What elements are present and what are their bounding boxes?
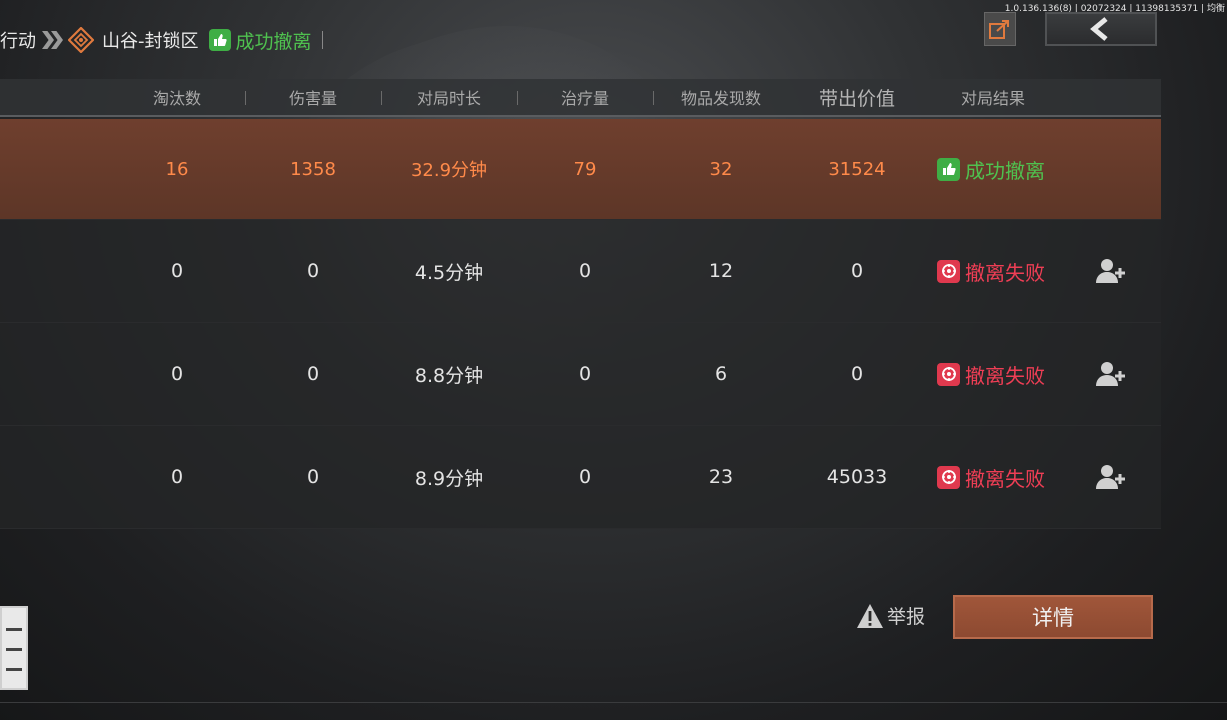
cell-healing: 0 [578, 466, 592, 488]
cell-items-found: 23 [708, 466, 734, 488]
cell-healing: 79 [573, 158, 597, 180]
breadcrumb-map: 山谷-封锁区 [102, 31, 199, 52]
cell-items-found: 12 [708, 260, 734, 282]
breadcrumb-status-label: 成功撤离 [235, 30, 312, 53]
share-icon [989, 20, 1009, 39]
cell-eliminations: 0 [170, 363, 184, 385]
header-eliminations: 淘汰数 [152, 89, 201, 108]
fail-icon [937, 362, 960, 386]
cell-eliminations: 0 [170, 466, 184, 488]
divider [0, 702, 1227, 703]
breadcrumb-mode: 行动 [0, 31, 36, 52]
result-label: 成功撤离 [965, 158, 1045, 183]
breadcrumb: 行动 山谷-封锁区 成功撤离 [0, 22, 323, 58]
cell-duration: 8.8分钟 [414, 364, 484, 387]
cell-damage: 1358 [290, 158, 336, 180]
result-label: 撤离失败 [965, 466, 1045, 491]
side-panel-tab[interactable] [0, 606, 28, 690]
add-friend-button[interactable] [1094, 256, 1128, 286]
add-friend-button[interactable] [1094, 462, 1128, 492]
cell-damage: 0 [306, 466, 320, 488]
divider [517, 91, 518, 105]
back-button[interactable] [1045, 12, 1157, 46]
cell-result: 撤离失败 [937, 323, 1067, 425]
cell-healing: 0 [578, 363, 592, 385]
cell-eliminations: 0 [170, 260, 184, 282]
header-items-found: 物品发现数 [680, 89, 761, 108]
cell-items-found: 32 [709, 158, 733, 180]
header-healing: 治疗量 [560, 89, 609, 108]
cell-value: 31524 [828, 158, 886, 180]
result-label: 撤离失败 [965, 363, 1045, 388]
thumbs-up-icon [208, 29, 231, 51]
add-friend-icon [1096, 362, 1125, 386]
cell-duration: 8.9分钟 [414, 467, 484, 490]
warning-icon [857, 603, 883, 628]
map-emblem-icon [68, 27, 94, 53]
cell-result: 成功撤离 [937, 119, 1067, 219]
cell-value: 45033 [826, 466, 888, 488]
header-damage: 伤害量 [288, 89, 337, 108]
divider [653, 91, 654, 105]
add-friend-button[interactable] [1094, 359, 1128, 389]
table-header: 淘汰数 伤害量 对局时长 治疗量 物品发现数 带出价值 对局结果 [0, 79, 1161, 117]
cell-damage: 0 [306, 363, 320, 385]
details-label: 详情 [1032, 606, 1074, 630]
fail-icon [937, 465, 960, 489]
add-friend-icon [1096, 259, 1125, 283]
results-table: 淘汰数 伤害量 对局时长 治疗量 物品发现数 带出价值 对局结果 16 1358… [0, 79, 1161, 529]
header-result: 对局结果 [960, 89, 1025, 108]
cell-result: 撤离失败 [937, 220, 1067, 322]
header-duration: 对局时长 [416, 89, 481, 108]
cell-value: 0 [850, 260, 864, 282]
add-friend-icon [1096, 465, 1125, 489]
cell-value: 0 [850, 363, 864, 385]
thumbs-up-icon [937, 157, 960, 181]
chevron-right-icon [42, 31, 63, 49]
breadcrumb-status: 成功撤离 [208, 27, 312, 54]
cell-duration: 4.5分钟 [414, 261, 484, 284]
table-row: 0 0 8.9分钟 0 23 45033 撤离失败 [0, 426, 1161, 529]
share-button[interactable] [984, 12, 1016, 46]
result-label: 撤离失败 [965, 260, 1045, 285]
table-row-self: 16 1358 32.9分钟 79 32 31524 成功撤离 [0, 119, 1161, 220]
cell-items-found: 6 [714, 363, 728, 385]
table-row: 0 0 4.5分钟 0 12 0 撤离失败 [0, 220, 1161, 323]
details-button[interactable]: 详情 [953, 595, 1153, 639]
header-value: 带出价值 [818, 87, 895, 110]
back-arrow-icon [1090, 17, 1108, 41]
table-row: 0 0 8.8分钟 0 6 0 撤离失败 [0, 323, 1161, 426]
divider [321, 31, 323, 49]
cell-damage: 0 [306, 260, 320, 282]
cell-result: 撤离失败 [937, 426, 1067, 528]
divider [245, 91, 246, 105]
cell-eliminations: 16 [165, 158, 189, 180]
divider [381, 91, 382, 105]
report-button[interactable]: 举报 [856, 602, 925, 629]
cell-duration: 32.9分钟 [410, 160, 488, 181]
cell-healing: 0 [578, 260, 592, 282]
fail-icon [937, 259, 960, 283]
report-label: 举报 [887, 606, 926, 628]
